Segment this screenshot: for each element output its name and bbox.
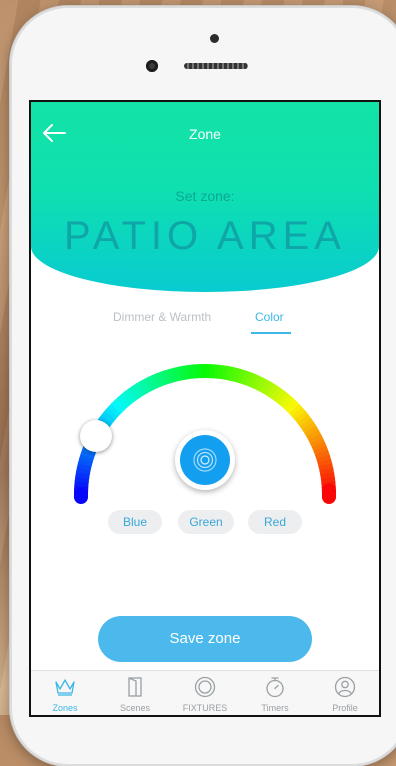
camera-dot bbox=[210, 34, 219, 43]
user-icon bbox=[334, 676, 356, 698]
app-screen: Zone Set zone: PATIO AREA Dimmer & Warmt… bbox=[31, 102, 379, 715]
tabbar-item-timers[interactable]: Timers bbox=[245, 671, 305, 715]
tabbar-item-scenes[interactable]: Scenes bbox=[105, 671, 165, 715]
stopwatch-icon bbox=[266, 677, 284, 698]
selected-color-swatch bbox=[180, 435, 230, 485]
bottom-tab-bar: Zones Scenes FIXTURES Timers Profile bbox=[31, 670, 379, 715]
save-zone-button[interactable]: Save zone bbox=[98, 616, 312, 662]
preset-blue-button[interactable]: Blue bbox=[108, 510, 162, 534]
front-camera bbox=[146, 60, 158, 72]
tabbar-label: Scenes bbox=[119, 703, 151, 713]
zone-name: PATIO AREA bbox=[64, 214, 346, 258]
fixture-icon bbox=[194, 676, 216, 698]
set-zone-label: Set zone: bbox=[175, 188, 235, 204]
preset-green-button[interactable]: Green bbox=[178, 510, 234, 534]
zone-header: Zone Set zone: PATIO AREA bbox=[31, 102, 379, 292]
tab-dimmer-warmth[interactable]: Dimmer & Warmth bbox=[113, 310, 211, 324]
tab-color[interactable]: Color bbox=[255, 310, 284, 324]
tabbar-item-profile[interactable]: Profile bbox=[315, 671, 375, 715]
tabbar-label: Profile bbox=[332, 703, 358, 713]
tabbar-label: FIXTURES bbox=[182, 703, 228, 713]
earpiece-speaker bbox=[184, 63, 248, 69]
tabbar-item-fixtures[interactable]: FIXTURES bbox=[175, 671, 235, 715]
active-tab-underline bbox=[251, 332, 291, 334]
ripple-icon bbox=[193, 448, 217, 472]
tabbar-label: Zones bbox=[52, 703, 78, 713]
preset-red-button[interactable]: Red bbox=[248, 510, 302, 534]
selected-color-button[interactable] bbox=[175, 430, 235, 490]
crown-icon bbox=[55, 679, 75, 696]
tabbar-item-zones[interactable]: Zones bbox=[35, 671, 95, 715]
door-icon bbox=[128, 677, 142, 697]
color-slider-handle[interactable] bbox=[80, 420, 112, 452]
tabbar-label: Timers bbox=[261, 703, 289, 713]
page-title: Zone bbox=[189, 126, 221, 142]
